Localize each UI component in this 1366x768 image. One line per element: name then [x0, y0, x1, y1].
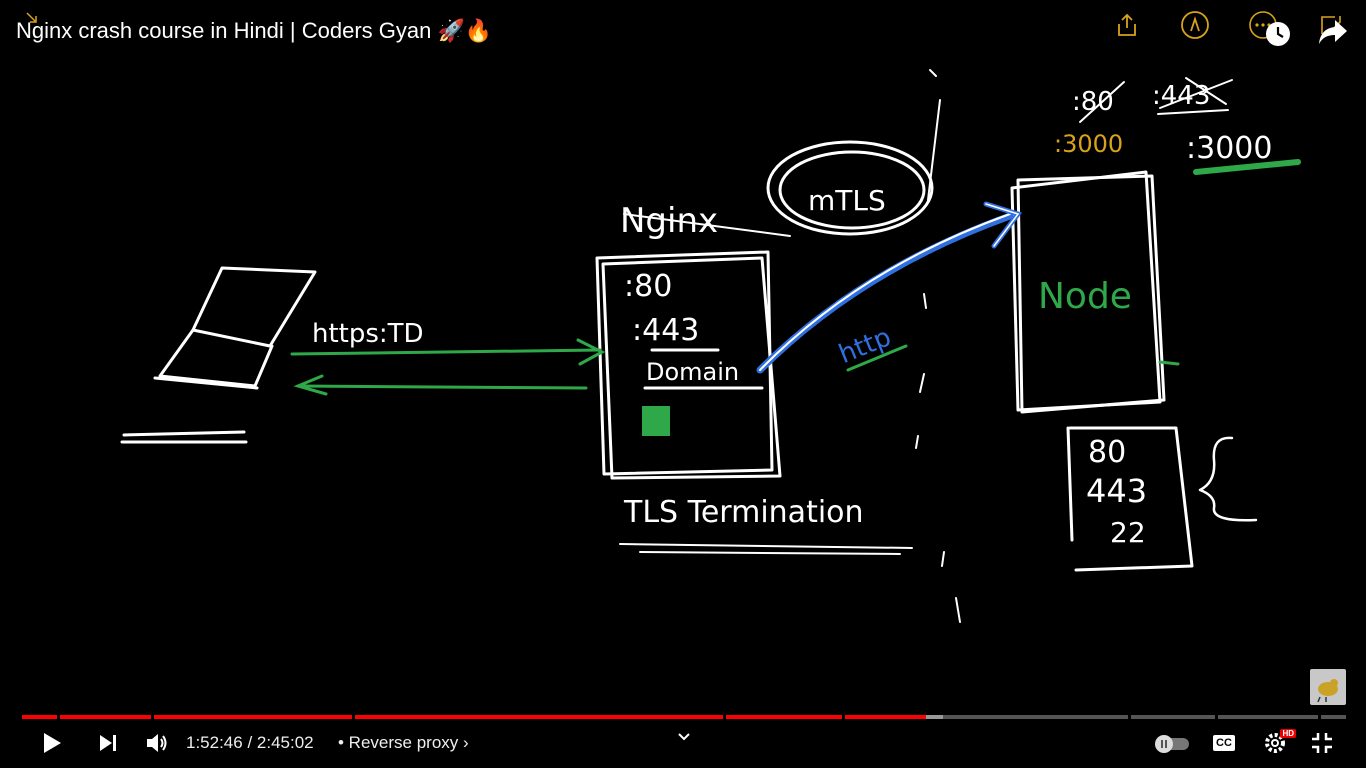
nginx-port-80: :80	[624, 269, 672, 304]
forward-share-icon[interactable]	[1314, 8, 1348, 44]
node-port-3000: :3000	[1186, 131, 1272, 166]
share-icon[interactable]	[1110, 8, 1144, 42]
clock-icon[interactable]	[1264, 20, 1292, 48]
time-separator: /	[242, 733, 257, 752]
node-port-3000-orange: :3000	[1054, 130, 1123, 158]
video-frame[interactable]: https:TD Nginx :80 :443 Domain mTLS TLS …	[0, 0, 1366, 768]
chevron-down-icon[interactable]	[672, 719, 696, 755]
node-port-443-struck: :443	[1152, 81, 1210, 111]
progress-played	[726, 715, 842, 719]
video-title[interactable]: Nginx crash course in Hindi | Coders Gya…	[16, 18, 492, 44]
chapter-title: • Reverse proxy	[338, 733, 459, 752]
settings-icon[interactable]: HD	[1260, 725, 1296, 761]
domain-block	[642, 406, 670, 436]
cc-label: CC	[1213, 735, 1235, 751]
progress-segment[interactable]	[1218, 715, 1318, 719]
laptop-drawing	[120, 266, 317, 444]
progress-played	[154, 715, 352, 719]
network-divider	[915, 69, 961, 623]
duration: 2:45:02	[256, 733, 314, 752]
player-controls: 1:52:46 / 2:45:02 • Reverse proxy › CC H…	[0, 725, 1366, 765]
nginx-domain-label: Domain	[646, 358, 739, 386]
annotate-icon[interactable]	[1178, 8, 1212, 42]
time-display: 1:52:46 / 2:45:02	[186, 733, 314, 753]
channel-avatar[interactable]	[1310, 669, 1346, 705]
nginx-port-443: :443	[632, 313, 699, 348]
chapter-button[interactable]: • Reverse proxy ›	[338, 733, 469, 753]
progress-segment[interactable]	[1131, 715, 1215, 719]
port-list-item-443: 443	[1086, 472, 1147, 510]
progress-played	[22, 715, 57, 719]
progress-played	[845, 715, 927, 719]
curly-brace-drawing	[1198, 436, 1258, 522]
more-icon[interactable]	[1246, 8, 1290, 46]
client-protocol-label: https:TD	[312, 319, 424, 349]
volume-icon[interactable]	[142, 725, 172, 761]
port-list-item-22: 22	[1110, 516, 1146, 549]
progress-played	[60, 715, 151, 719]
progress-segment[interactable]	[1321, 715, 1346, 719]
chapter-chevron-icon: ›	[463, 733, 469, 752]
exit-fullscreen-icon[interactable]	[1308, 725, 1336, 761]
mtls-label: mTLS	[808, 184, 886, 217]
port-list-item-80: 80	[1088, 435, 1126, 470]
progress-played	[355, 715, 723, 719]
node-port-80-struck: :80	[1072, 87, 1114, 117]
nginx-label: Nginx	[620, 201, 718, 241]
autoplay-toggle[interactable]	[1152, 725, 1192, 761]
top-action-bar	[1110, 8, 1348, 46]
current-time: 1:52:46	[186, 733, 243, 752]
hd-badge: HD	[1280, 729, 1296, 738]
next-icon[interactable]	[94, 725, 122, 761]
tls-termination-label: TLS Termination	[623, 495, 864, 530]
cc-icon[interactable]: CC	[1210, 725, 1238, 761]
node-label: Node	[1038, 276, 1132, 317]
play-icon[interactable]	[36, 725, 68, 761]
